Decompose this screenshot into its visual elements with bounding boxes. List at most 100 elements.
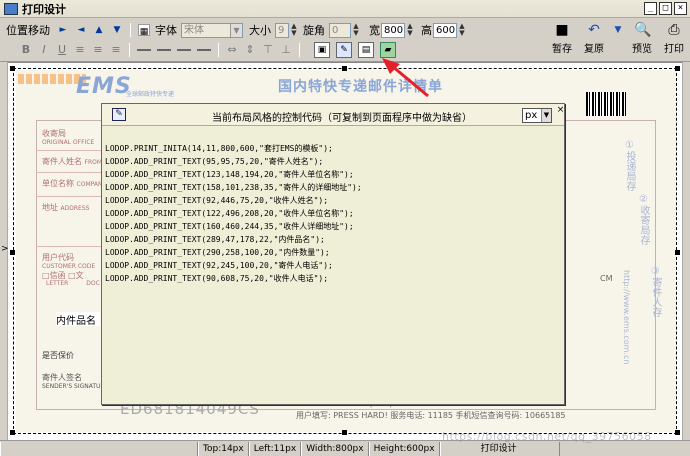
rotate-label: 旋角 [303,24,325,37]
window-controls: _ □ × [644,2,687,15]
line-thin-icon[interactable] [175,43,193,57]
show-code-icon[interactable]: ✎ [336,42,352,58]
status-width: Width:800px [301,441,369,456]
status-mode: 打印设计 [439,441,560,456]
code-line: LODOP.ADD_PRINT_TEXT(95,95,75,20,"寄件人姓名"… [105,157,324,166]
resize-handle-bm[interactable] [342,430,347,435]
rotate-input[interactable]: 0 [329,22,351,38]
code-line: LODOP.ADD_PRINT_TEXT(290,258,100,20,"内件数… [105,248,330,257]
preview-label: 预览 [632,44,652,55]
font-value: 宋体 [184,24,204,36]
watermark: https://blog.csdn.net/qq_39756058 [442,430,652,443]
close-button[interactable]: × [674,2,687,15]
toolbar-separator [299,43,300,57]
code-line: LODOP.ADD_PRINT_TEXT(90,608,75,20,"收件人电话… [105,274,329,283]
unit-select[interactable]: px ▼ [522,108,552,123]
width-input[interactable]: 800 [381,22,405,38]
resize-handle-tm[interactable] [342,66,347,71]
height-input[interactable]: 600 [433,22,457,38]
code-line: LODOP.ADD_PRINT_TEXT(92,446,75,20,"收件人姓名… [105,196,329,205]
italic-button[interactable]: I [36,43,52,57]
save-button[interactable]: ■ 暂存 [547,20,577,60]
dialog-header: ✎ 当前布局风格的控制代码（可复制到页面程序中做为缺省） px ▼ × [102,104,564,126]
toolbar-separator [129,43,130,57]
print-button[interactable]: ⎙ 打印 [659,20,689,60]
title-bar: 打印设计 _ □ × [0,0,690,18]
move-label: 位置移动 [6,24,50,37]
code-icon: ✎ [112,108,126,121]
expand-left-icon[interactable]: > [1,244,9,254]
underline-button[interactable]: U [54,43,70,57]
align-left-icon[interactable]: ≡ [72,43,88,57]
app-icon [4,2,18,15]
height-spinner-icon[interactable]: ▲ ▼ [457,22,467,38]
align-center-icon[interactable]: ≡ [90,43,106,57]
code-line: LODOP.ADD_PRINT_TEXT(92,245,100,20,"寄件人电… [105,261,333,270]
preview-icon: 🔍 [634,22,652,38]
maximize-button[interactable]: □ [659,2,672,15]
window-title: 打印设计 [22,2,66,16]
restore-label: 复原 [584,44,604,55]
preview-button[interactable]: 🔍 预览 [627,20,657,60]
toolbar-row-2: B I U ≡ ≡ ≡ ⇔ ⇕ ⊤ ⊥ ▣ ✎ ▤ ▰ [0,40,399,60]
align-top-icon[interactable]: ⊤ [260,43,276,57]
chevron-down-icon: ▼ [541,109,551,122]
move-left-icon[interactable]: ◄ [74,23,88,37]
printer-icon: ⎙ [668,22,680,38]
height-label: 高 [421,24,432,37]
line-solid-icon[interactable] [135,43,153,57]
undo-icon: ↶ [588,22,600,38]
code-textarea[interactable]: LODOP.PRINT_INITA(14,11,800,600,"套打EMS的模… [105,142,561,400]
align-right-icon[interactable]: ≡ [108,43,124,57]
code-line: LODOP.PRINT_INITA(14,11,800,600,"套打EMS的模… [105,144,333,153]
minimize-button[interactable]: _ [644,2,657,15]
resize-handle-tr[interactable] [675,66,680,71]
width-label: 宽 [369,24,380,37]
save-label: 暂存 [552,44,572,55]
font-select[interactable]: 宋体 ▼ [181,22,243,38]
right-ruler [682,62,690,440]
chevron-down-icon: ▼ [614,25,622,35]
status-left: Left:11px [248,441,302,456]
rotate-spinner-icon[interactable]: ▲ ▼ [351,22,361,38]
move-up-icon[interactable]: ▲ [92,23,106,37]
line-dot-icon[interactable] [195,43,213,57]
size-label: 大小 [249,24,271,37]
restore-dropdown[interactable]: ▼ [611,20,625,60]
status-top: Top:14px [198,441,249,456]
dialog-close-button[interactable]: × [556,106,565,115]
resize-handle-mr[interactable] [675,250,680,255]
floppy-icon: ■ [555,22,569,38]
chevron-down-icon: ▼ [230,23,242,37]
code-line: LODOP.ADD_PRINT_TEXT(158,101,238,35,"寄件人… [105,183,362,192]
code-line: LODOP.ADD_PRINT_TEXT(123,148,194,20,"寄件人… [105,170,354,179]
status-spacer [0,441,198,456]
book-icon[interactable]: ▰ [380,42,396,58]
resize-handle-tl[interactable] [10,66,15,71]
size-input[interactable]: 9 [275,22,289,38]
width-spinner-icon[interactable]: ▲ ▼ [405,22,415,38]
resize-handle-br[interactable] [675,430,680,435]
align-bottom-icon[interactable]: ⊥ [278,43,294,57]
resize-handle-bl[interactable] [10,430,15,435]
same-width-icon[interactable]: ⇔ [224,43,240,57]
line-dash-icon[interactable] [155,43,173,57]
toolbar-separator [130,23,131,37]
resize-handle-ml[interactable] [10,250,15,255]
grid-icon[interactable]: ▦ [138,24,150,37]
action-buttons: ■ 暂存 ↶ 复原 ▼ 🔍 预览 ⎙ 打印 [546,18,690,62]
status-height: Height:600px [368,441,440,456]
size-spinner-icon[interactable]: ▲ ▼ [289,22,299,38]
layout-icon[interactable]: ▤ [358,42,374,58]
code-dialog: ✎ 当前布局风格的控制代码（可复制到页面程序中做为缺省） px ▼ × LODO… [101,103,565,405]
move-right-icon[interactable]: ► [56,23,70,37]
print-label: 打印 [664,44,684,55]
restore-button[interactable]: ↶ 复原 [579,20,609,60]
bold-button[interactable]: B [18,43,34,57]
code-line: LODOP.ADD_PRINT_TEXT(289,47,178,22,"内件品名… [105,235,325,244]
toolbar-separator [218,43,219,57]
move-down-icon[interactable]: ▼ [110,23,124,37]
same-height-icon[interactable]: ⇕ [242,43,258,57]
background-image-icon[interactable]: ▣ [314,42,330,58]
unit-value: px [525,110,538,121]
